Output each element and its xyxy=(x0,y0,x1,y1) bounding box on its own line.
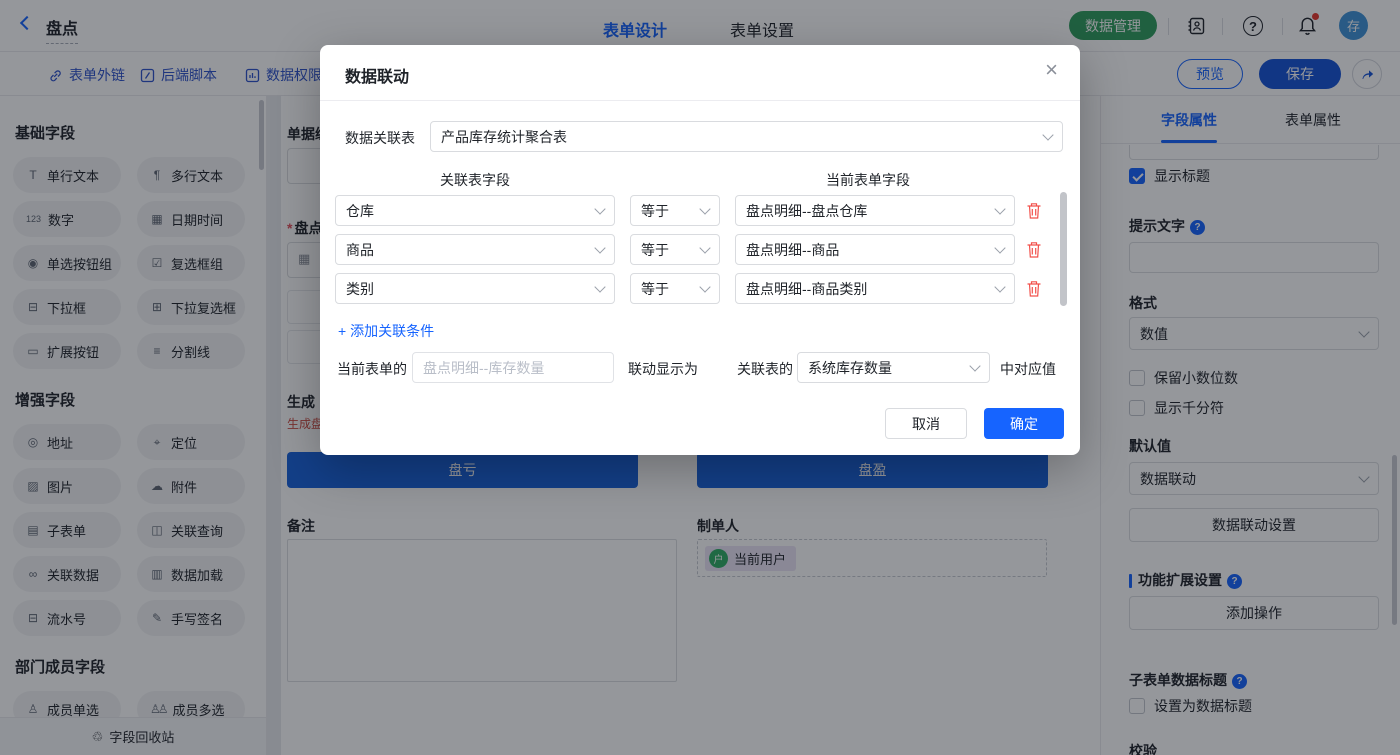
condition-op-select[interactable]: 等于 xyxy=(630,273,720,304)
condition-right-select[interactable]: 盘点明细--商品 xyxy=(735,234,1015,265)
chevron-down-icon xyxy=(969,360,980,371)
condition-op-select[interactable]: 等于 xyxy=(630,195,720,226)
linkage-display-label: 联动显示为 xyxy=(628,359,698,379)
linked-table-label: 数据关联表 xyxy=(345,128,415,148)
current-field-input[interactable] xyxy=(412,352,614,383)
delete-condition-icon[interactable] xyxy=(1026,280,1042,298)
chevron-down-icon xyxy=(994,242,1005,253)
chevron-down-icon xyxy=(594,242,605,253)
condition-left-select[interactable]: 商品 xyxy=(335,234,615,265)
linked-table-select[interactable]: 产品库存统计聚合表 xyxy=(430,121,1063,152)
data-linkage-modal: 数据联动 × 数据关联表 产品库存统计聚合表 关联表字段 当前表单字段 仓库 等… xyxy=(320,45,1080,455)
app-root: 盘点 表单设计 表单设置 数据管理 ? 存 表单外链 后端脚本 数据权限 xyxy=(0,0,1400,755)
delete-condition-icon[interactable] xyxy=(1026,202,1042,220)
chevron-down-icon xyxy=(699,242,710,253)
modal-header: 数据联动 × xyxy=(320,45,1080,101)
delete-condition-icon[interactable] xyxy=(1026,241,1042,259)
add-condition-link[interactable]: + 添加关联条件 xyxy=(338,321,434,341)
related-field-select[interactable]: 系统库存数量 xyxy=(797,352,990,383)
column-header-current-fields: 当前表单字段 xyxy=(826,170,910,190)
current-form-prefix-label: 当前表单的 xyxy=(337,359,407,379)
condition-left-select[interactable]: 类别 xyxy=(335,273,615,304)
plus-icon: + xyxy=(338,323,346,339)
chevron-down-icon xyxy=(594,203,605,214)
chevron-down-icon xyxy=(699,281,710,292)
condition-op-select[interactable]: 等于 xyxy=(630,234,720,265)
close-icon[interactable]: × xyxy=(1045,59,1058,81)
condition-right-select[interactable]: 盘点明细--盘点仓库 xyxy=(735,195,1015,226)
chevron-down-icon xyxy=(1042,129,1053,140)
corresponding-value-label: 中对应值 xyxy=(1000,359,1056,379)
confirm-button[interactable]: 确定 xyxy=(984,408,1064,439)
chevron-down-icon xyxy=(994,203,1005,214)
chevron-down-icon xyxy=(994,281,1005,292)
chevron-down-icon xyxy=(594,281,605,292)
condition-left-select[interactable]: 仓库 xyxy=(335,195,615,226)
modal-scrollbar[interactable] xyxy=(1060,192,1067,306)
cancel-button[interactable]: 取消 xyxy=(885,408,967,439)
column-header-linked-fields: 关联表字段 xyxy=(440,170,510,190)
related-table-prefix-label: 关联表的 xyxy=(737,359,793,379)
chevron-down-icon xyxy=(699,203,710,214)
condition-right-select[interactable]: 盘点明细--商品类别 xyxy=(735,273,1015,304)
modal-title: 数据联动 xyxy=(345,63,409,87)
